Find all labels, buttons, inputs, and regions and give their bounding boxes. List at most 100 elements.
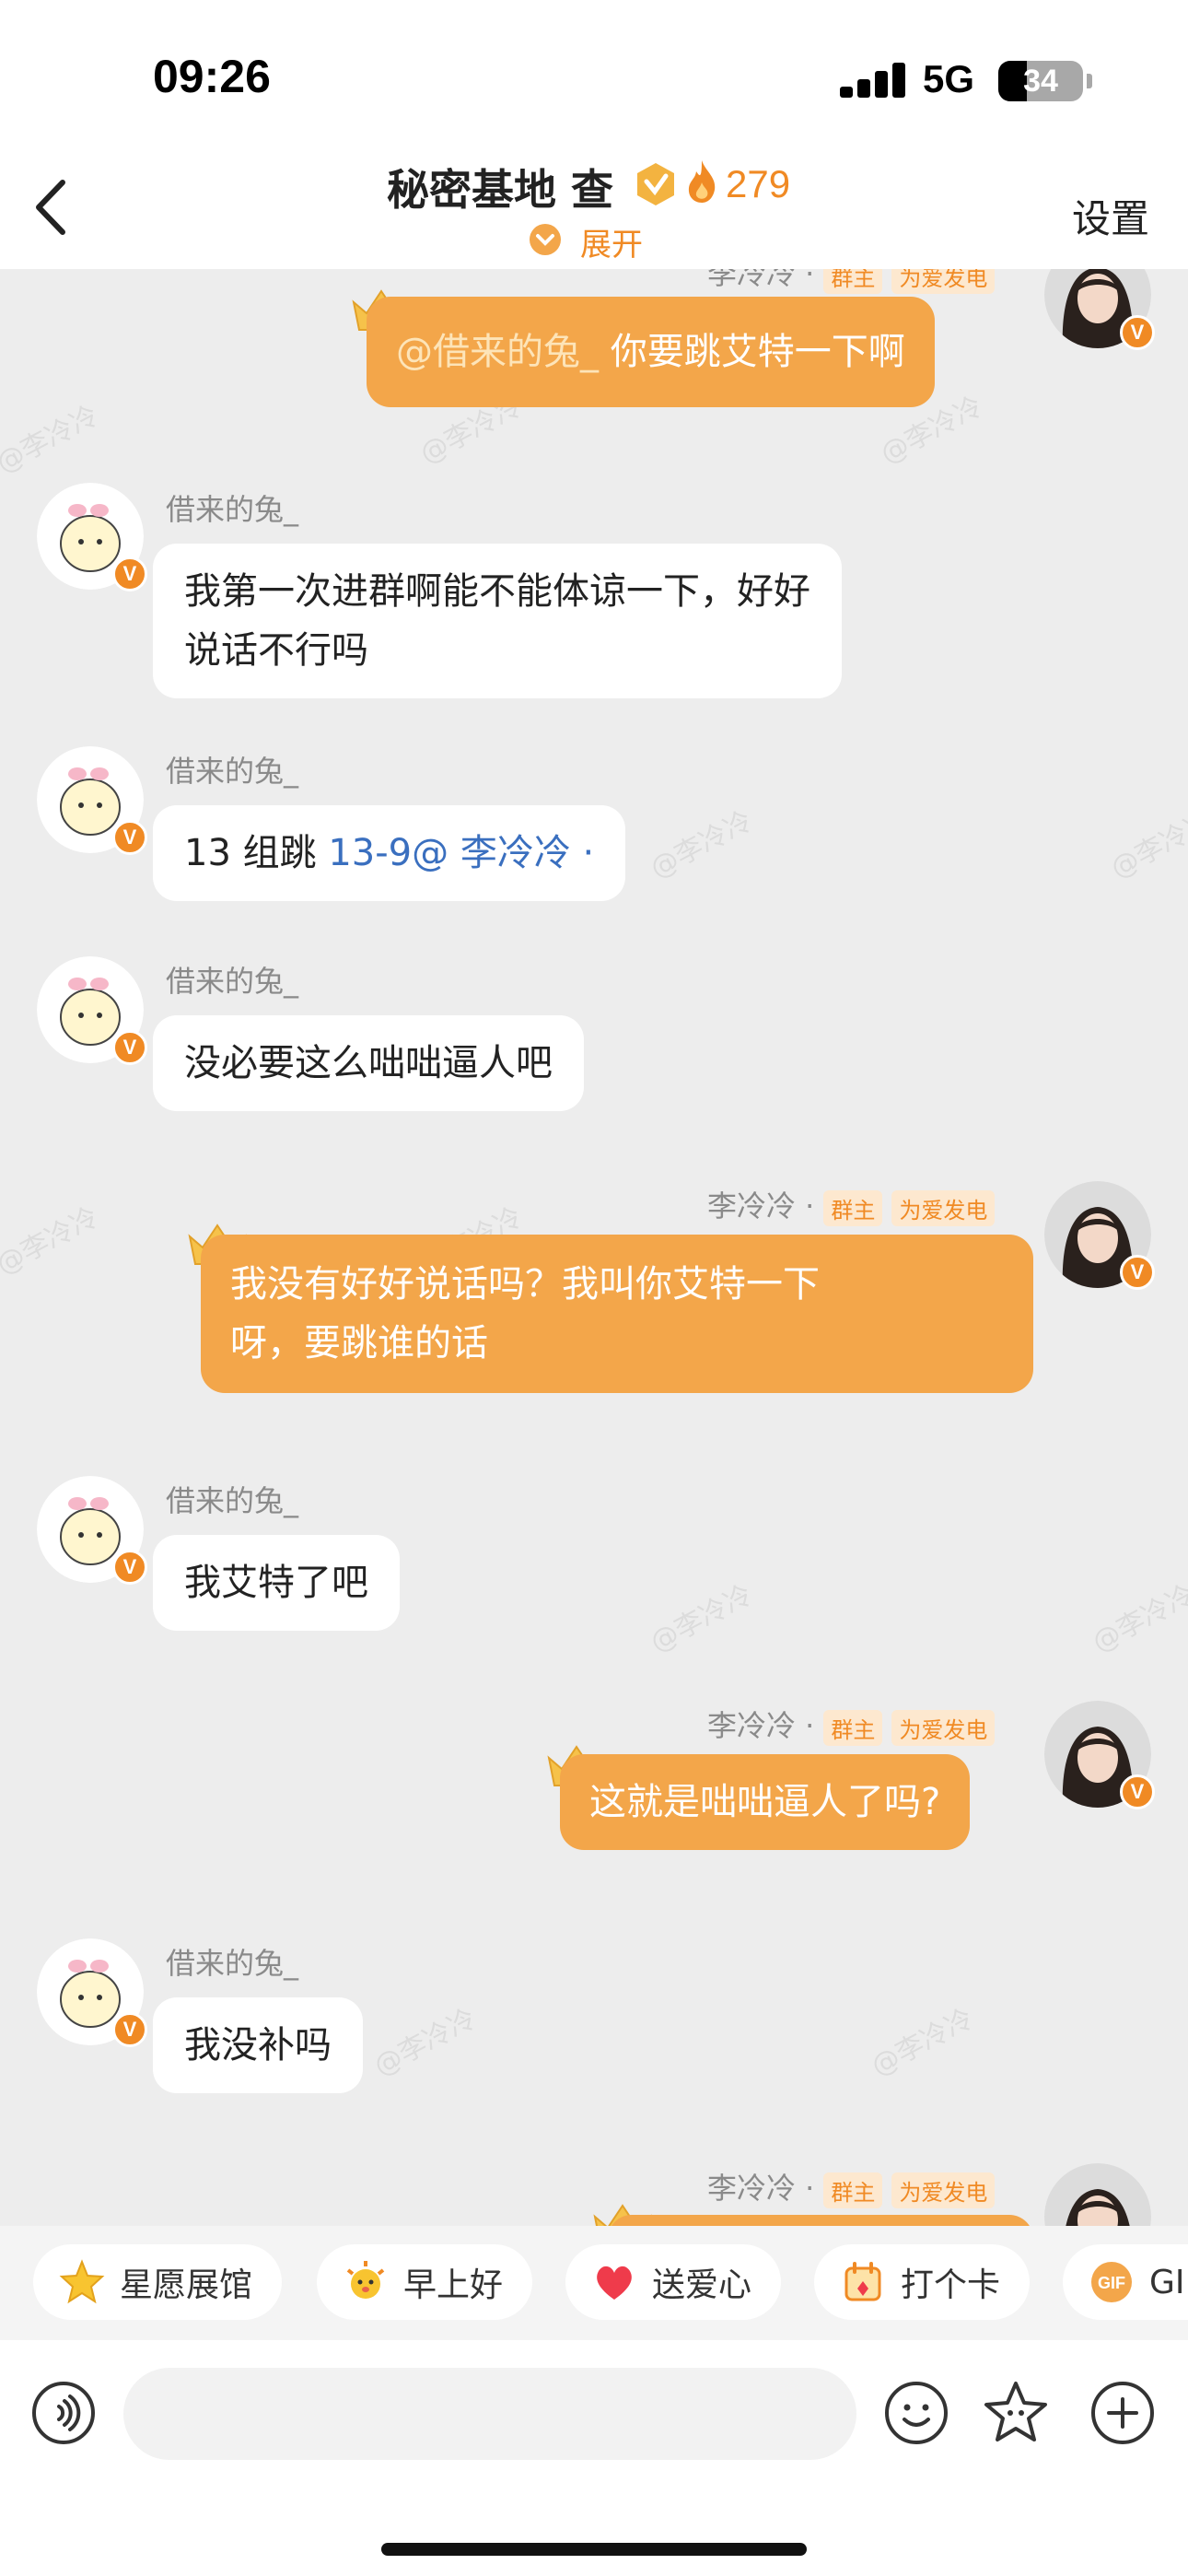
quick-action-star[interactable]: 星愿展馆 [33, 2244, 283, 2320]
avatar[interactable]: V [37, 1476, 147, 1585]
battery-cap [1087, 74, 1092, 88]
sun-face-icon [346, 2261, 385, 2299]
quick-action-checkin[interactable]: 打个卡 [814, 2244, 1031, 2320]
heart-icon [597, 2266, 632, 2300]
sender-name: 李冷冷 · [707, 1708, 815, 1743]
home-indicator [381, 2543, 807, 2556]
watermark: @李冷冷 [0, 1200, 104, 1282]
avatar-girl-icon [1044, 2163, 1151, 2226]
status-time: 09:26 [153, 51, 271, 102]
emoji-icon[interactable] [882, 2379, 950, 2447]
sticker-icon[interactable] [982, 2379, 1050, 2447]
owner-tag: 群主 [823, 1709, 883, 1746]
verified-icon: V [112, 820, 147, 855]
message-text: 我没补吗 [184, 2024, 332, 2067]
quick-action-label: 星愿展馆 [120, 2266, 253, 2304]
avatar[interactable]: V [1044, 1181, 1155, 1290]
watermark: @李冷冷 [645, 804, 758, 885]
message-bubble[interactable]: 没必要这么咄咄逼人吧 [153, 1015, 584, 1111]
mention-link[interactable]: 13-9@ 李冷冷 · [328, 832, 594, 874]
avatar[interactable]: V [1044, 1701, 1155, 1809]
avatar[interactable]: V [37, 1938, 147, 2047]
quick-action-morning[interactable]: 早上好 [317, 2244, 533, 2320]
verified-icon: V [112, 1550, 147, 1585]
message-text: 这就是咄咄逼人了吗? [589, 1781, 941, 1823]
mention-link[interactable]: @借来的兔_ [396, 331, 599, 373]
message-input[interactable] [123, 2368, 856, 2460]
quick-action-label: GIF [1149, 2263, 1188, 2301]
message-text: 没必要这么咄咄逼人吧 [184, 1042, 553, 1084]
message-text: 说话不行吗 [184, 629, 368, 672]
message-bubble[interactable]: 我没补吗 [153, 1997, 363, 2093]
fire-icon [688, 160, 716, 203]
add-icon[interactable] [1089, 2379, 1157, 2447]
quick-action-gif[interactable]: GIF GIF [1063, 2244, 1188, 2320]
chat-header: 秘密基地 查 279 展开 设置 [0, 138, 1188, 269]
message-text: 你要跳艾特一下啊 [599, 331, 905, 373]
sender-name: 李冷冷 · [707, 1188, 815, 1224]
svg-text:GIF: GIF [1098, 2274, 1125, 2292]
message-bubble[interactable]: 这就是咄咄逼人了吗? [560, 1754, 971, 1850]
expand-chevron-icon[interactable] [529, 223, 562, 256]
message-text: 我没有好好说话吗？我叫你艾特一下 [230, 1263, 820, 1306]
watermark: @李冷冷 [866, 2002, 979, 2083]
battery-icon: 34 [998, 61, 1083, 101]
quick-action-label: 早上好 [403, 2266, 504, 2304]
signal-strength-icon [840, 63, 906, 98]
quick-action-label: 打个卡 [901, 2266, 1001, 2304]
power-tag: 为爱发电 [891, 1709, 996, 1746]
message-text: 我第一次进群啊能不能体谅一下，好好 [184, 570, 810, 613]
verified-badge-icon [637, 163, 674, 205]
sender-name: 借来的兔_ [166, 964, 299, 999]
battery-percent: 34 [1023, 64, 1058, 99]
chat-messages[interactable]: @李冷冷 @李冷冷 @李冷冷 @李冷冷 @李冷冷 @李冷冷 @李冷冷 @李冷冷 … [0, 269, 1188, 2226]
avatar[interactable]: V [37, 746, 147, 855]
sender-name: 借来的兔_ [166, 492, 299, 527]
back-arrow-icon[interactable] [28, 175, 79, 240]
owner-tag: 群主 [823, 1189, 883, 1226]
quick-action-heart[interactable]: 送爱心 [565, 2244, 782, 2320]
power-tag: 为爱发电 [891, 2172, 996, 2208]
owner-tag: 群主 [823, 269, 883, 294]
message-bubble[interactable]: 我第一次进群啊能不能体谅一下，好好 说话不行吗 [153, 544, 842, 698]
verified-icon: V [1120, 315, 1155, 350]
star-icon [59, 2259, 105, 2304]
sender-name: 李冷冷 · [707, 2171, 815, 2206]
sender-name: 借来的兔_ [166, 1946, 299, 1981]
message-bubble[interactable]: 13 组跳 13-9@ 李冷冷 · [153, 805, 626, 901]
verified-icon: V [112, 2012, 147, 2047]
voice-icon[interactable] [29, 2379, 98, 2447]
verified-icon: V [112, 556, 147, 591]
verified-icon: V [1120, 1255, 1155, 1290]
quick-action-label: 送爱心 [652, 2266, 752, 2304]
watermark: @李冷冷 [368, 2002, 482, 2083]
watermark: @李冷冷 [1087, 1578, 1188, 1659]
message-bubble[interactable] [608, 2215, 1033, 2226]
status-bar: 09:26 5G 34 [0, 0, 1188, 138]
quick-actions-bar: 星愿展馆 早上好 送爱心 打个卡 GIF GIF [0, 2226, 1188, 2340]
fire-count: 279 [726, 162, 791, 205]
group-title: 秘密基地 查 [387, 165, 614, 215]
avatar[interactable]: V [1044, 269, 1155, 350]
avatar[interactable]: V [37, 956, 147, 1065]
sender-name: 李冷冷 · [707, 269, 815, 291]
message-text: 13 组跳 [184, 832, 329, 874]
avatar[interactable] [1044, 2163, 1151, 2226]
settings-button[interactable]: 设置 [1072, 188, 1149, 244]
expand-button[interactable]: 展开 [580, 219, 643, 264]
watermark: @李冷冷 [0, 399, 104, 480]
power-tag: 为爱发电 [891, 269, 996, 294]
message-bubble[interactable]: 我没有好好说话吗？我叫你艾特一下 呀，要跳谁的话 [201, 1235, 1033, 1393]
message-bubble[interactable]: 我艾特了吧 [153, 1535, 400, 1631]
avatar[interactable]: V [37, 483, 147, 591]
message-text: 呀，要跳谁的话 [230, 1322, 488, 1364]
input-bar [0, 2340, 1188, 2576]
network-type: 5G [923, 57, 975, 100]
message-bubble[interactable]: @借来的兔_ 你要跳艾特一下啊 [367, 297, 935, 407]
sender-name: 借来的兔_ [166, 754, 299, 789]
verified-icon: V [112, 1030, 147, 1065]
gif-icon: GIF [1091, 2262, 1132, 2302]
message-text: 我艾特了吧 [184, 1562, 368, 1604]
watermark: @李冷冷 [645, 1578, 758, 1659]
watermark: @李冷冷 [1105, 804, 1188, 885]
